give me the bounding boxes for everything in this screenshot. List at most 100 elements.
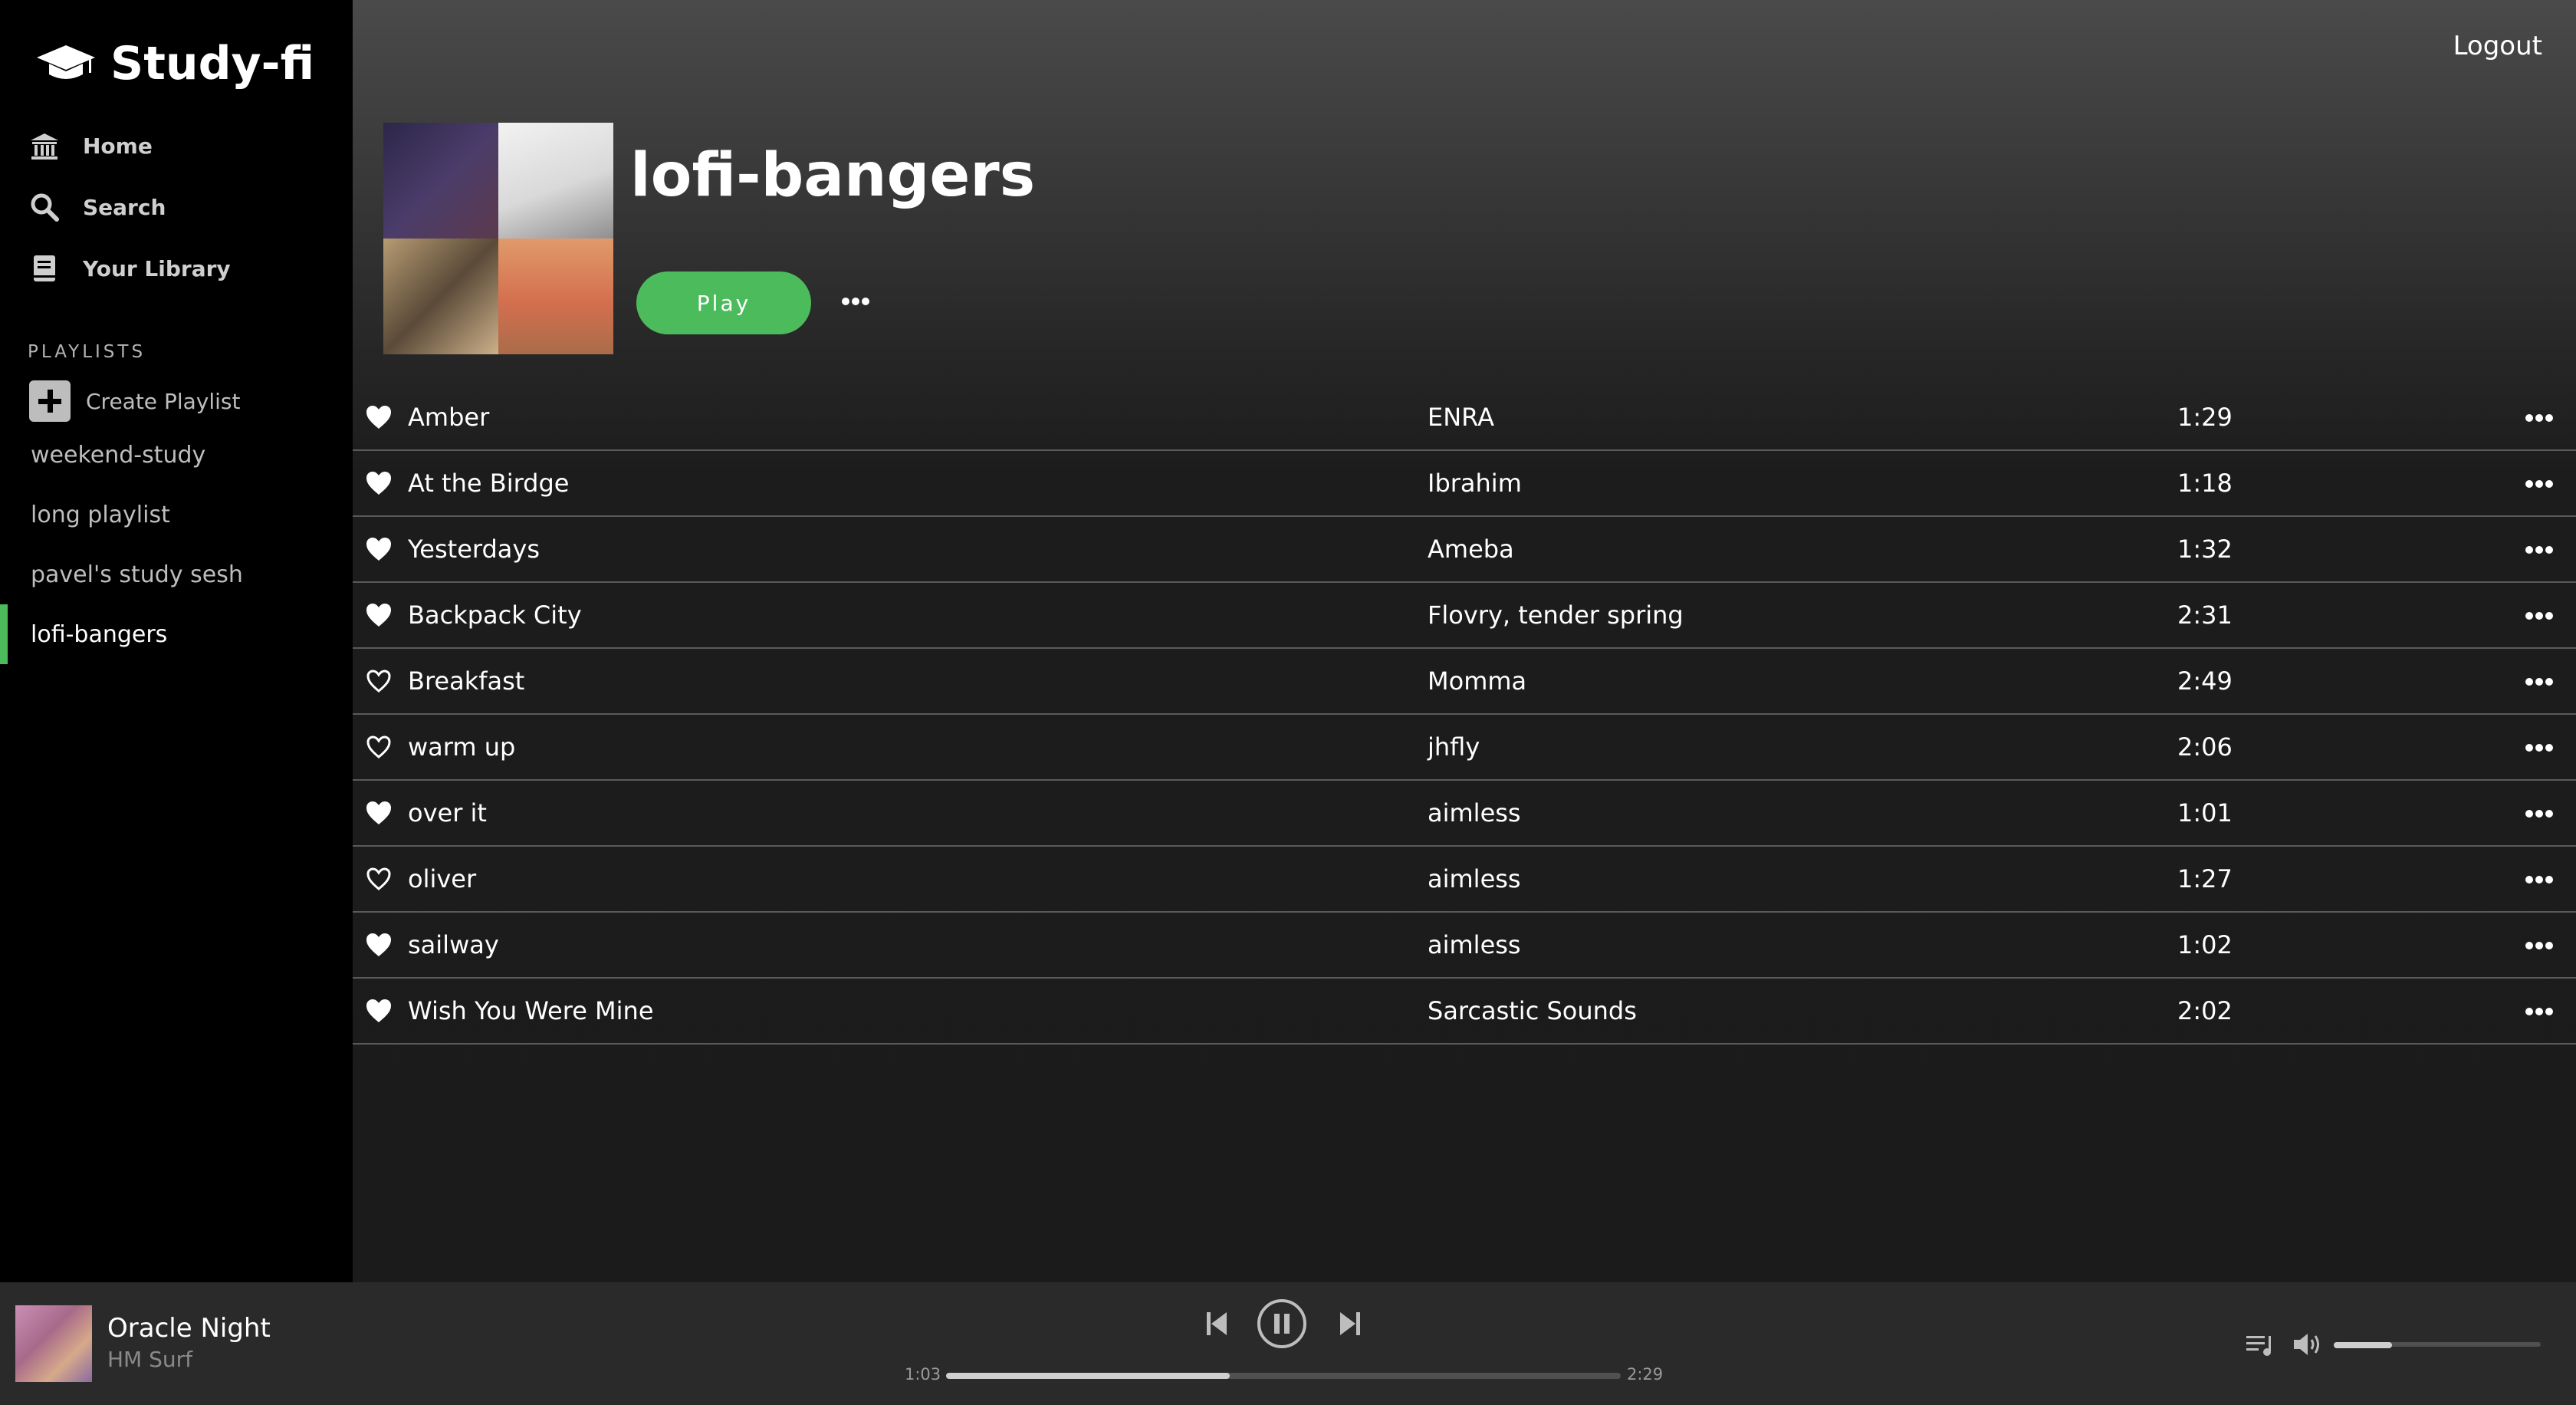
track-artist[interactable]: aimless <box>1428 864 1521 893</box>
track-name: Wish You Were Mine <box>408 996 654 1025</box>
more-options-icon[interactable] <box>2524 675 2555 689</box>
track-row[interactable]: oliver aimless 1:27 <box>353 847 2576 913</box>
nav-search[interactable]: Search <box>29 192 166 222</box>
progress-bar[interactable] <box>946 1373 1621 1379</box>
volume-fill <box>2334 1342 2392 1348</box>
heart-filled-icon[interactable] <box>365 470 393 496</box>
track-duration: 1:01 <box>2177 798 2233 828</box>
playlist-title: lofi-bangers <box>630 141 1036 210</box>
track-row[interactable]: Backpack City Flovry, tender spring 2:31 <box>353 583 2576 649</box>
sidebar-playlist-pavels-study-sesh[interactable]: pavel's study sesh <box>0 545 353 604</box>
track-name: At the Birdge <box>408 469 570 498</box>
track-duration: 1:18 <box>2177 469 2233 498</box>
track-artist[interactable]: Sarcastic Sounds <box>1428 996 1637 1025</box>
track-artist[interactable]: aimless <box>1428 930 1521 959</box>
nav-library[interactable]: Your Library <box>29 253 231 284</box>
track-name: Backpack City <box>408 600 582 630</box>
queue-icon[interactable] <box>2245 1333 2277 1357</box>
track-row[interactable]: over it aimless 1:01 <box>353 781 2576 847</box>
track-artist[interactable]: aimless <box>1428 798 1521 828</box>
heart-outline-icon[interactable] <box>365 734 393 760</box>
heart-outline-icon[interactable] <box>365 668 393 694</box>
search-icon <box>31 193 59 222</box>
heart-filled-icon[interactable] <box>365 932 393 958</box>
track-name: Yesterdays <box>408 535 540 564</box>
heart-filled-icon[interactable] <box>365 998 393 1024</box>
create-playlist-button[interactable]: Create Playlist <box>29 380 240 422</box>
now-playing-artist[interactable]: HM Surf <box>107 1347 192 1372</box>
heart-filled-icon[interactable] <box>365 404 393 430</box>
playlist-cover-art <box>383 123 613 354</box>
track-name: warm up <box>408 732 516 762</box>
track-duration: 1:32 <box>2177 535 2233 564</box>
app-root: Study-fi Home Search Your Library PLAYLI… <box>0 0 2576 1405</box>
logo[interactable]: Study-fi <box>35 37 314 90</box>
heart-filled-icon[interactable] <box>365 800 393 826</box>
cover-tile <box>383 123 498 239</box>
logout-button[interactable]: Logout <box>2453 31 2542 61</box>
track-list: Amber ENRA 1:29 At the Birdge Ibrahim 1:18 Yes… <box>353 385 2576 1045</box>
volume-icon[interactable] <box>2292 1331 2325 1357</box>
now-playing-title[interactable]: Oracle Night <box>107 1313 271 1344</box>
track-duration: 1:27 <box>2177 864 2233 893</box>
more-options-icon[interactable] <box>2524 873 2555 887</box>
home-icon <box>31 133 58 160</box>
track-duration: 2:02 <box>2177 996 2233 1025</box>
heart-filled-icon[interactable] <box>365 536 393 562</box>
heart-filled-icon[interactable] <box>365 602 393 628</box>
create-playlist-label: Create Playlist <box>86 388 241 414</box>
track-row[interactable]: Breakfast Momma 2:49 <box>353 649 2576 715</box>
progress-fill <box>946 1373 1230 1379</box>
track-duration: 1:29 <box>2177 403 2233 432</box>
previous-icon[interactable] <box>1205 1310 1228 1338</box>
more-options-icon[interactable] <box>2524 807 2555 821</box>
track-artist[interactable]: Ibrahim <box>1428 469 1522 498</box>
track-artist[interactable]: Ameba <box>1428 535 1514 564</box>
track-artist[interactable]: ENRA <box>1428 403 1494 432</box>
track-artist[interactable]: jhfly <box>1428 732 1480 762</box>
track-duration: 2:49 <box>2177 666 2233 696</box>
more-options-icon[interactable] <box>2524 939 2555 953</box>
cover-tile <box>498 123 613 239</box>
volume-slider[interactable] <box>2334 1342 2541 1348</box>
next-icon[interactable] <box>1339 1310 1362 1338</box>
heart-outline-icon[interactable] <box>365 866 393 892</box>
sidebar-playlist-weekend-study[interactable]: weekend-study <box>0 425 353 485</box>
more-options-icon[interactable] <box>2524 1005 2555 1018</box>
app-name: Study-fi <box>110 37 315 90</box>
track-name: over it <box>408 798 487 828</box>
more-options-icon[interactable] <box>2524 543 2555 557</box>
main-content: Logout lofi-bangers Play Amber ENRA 1:29 At… <box>353 0 2576 1282</box>
track-artist[interactable]: Momma <box>1428 666 1526 696</box>
track-name: oliver <box>408 864 477 893</box>
track-row[interactable]: sailway aimless 1:02 <box>353 913 2576 979</box>
pause-icon[interactable] <box>1256 1298 1308 1350</box>
cover-tile <box>498 239 613 354</box>
nav-home[interactable]: Home <box>29 130 153 161</box>
track-name: sailway <box>408 930 499 959</box>
play-button[interactable]: Play <box>636 271 811 334</box>
track-row[interactable]: Amber ENRA 1:29 <box>353 385 2576 451</box>
sidebar-playlist-lofi-bangers[interactable]: lofi-bangers <box>0 604 353 664</box>
nav-home-label: Home <box>83 133 153 159</box>
sidebar-playlist-long-playlist[interactable]: long playlist <box>0 485 353 545</box>
track-row[interactable]: At the Birdge Ibrahim 1:18 <box>353 451 2576 517</box>
track-name: Amber <box>408 403 490 432</box>
track-artist[interactable]: Flovry, tender spring <box>1428 600 1684 630</box>
more-options-icon[interactable] <box>2524 609 2555 623</box>
more-options-icon[interactable] <box>2524 477 2555 491</box>
library-icon <box>34 255 55 281</box>
graduation-cap-icon <box>37 45 95 79</box>
track-duration: 1:02 <box>2177 930 2233 959</box>
total-time: 2:29 <box>1627 1365 1664 1384</box>
now-playing-art <box>15 1305 92 1382</box>
more-options-icon[interactable] <box>840 293 871 310</box>
track-duration: 2:31 <box>2177 600 2233 630</box>
track-row[interactable]: Yesterdays Ameba 1:32 <box>353 517 2576 583</box>
track-duration: 2:06 <box>2177 732 2233 762</box>
track-row[interactable]: warm up jhfly 2:06 <box>353 715 2576 781</box>
track-row[interactable]: Wish You Were Mine Sarcastic Sounds 2:02 <box>353 979 2576 1045</box>
more-options-icon[interactable] <box>2524 741 2555 755</box>
more-options-icon[interactable] <box>2524 411 2555 425</box>
sidebar: Study-fi Home Search Your Library PLAYLI… <box>0 0 353 1282</box>
